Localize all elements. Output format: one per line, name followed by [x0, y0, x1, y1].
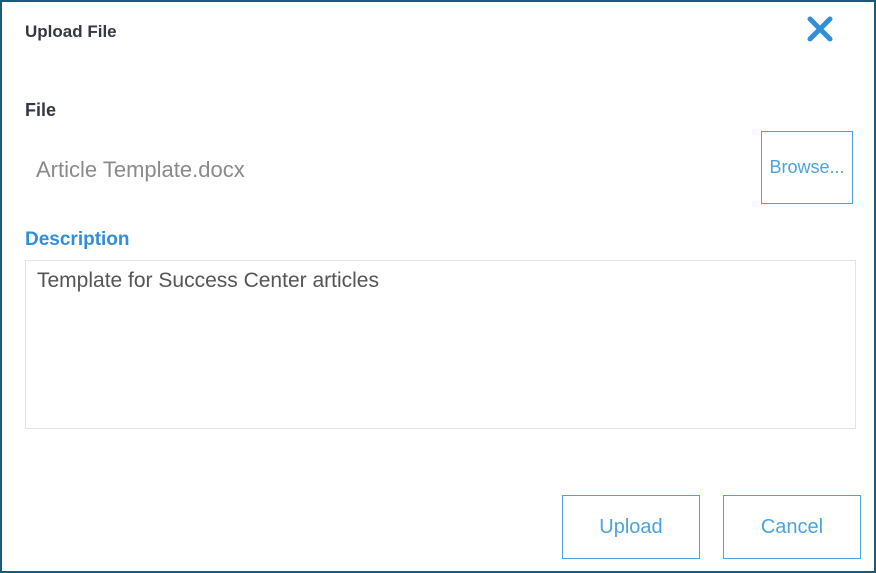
file-label: File — [25, 100, 57, 120]
description-label: Description — [25, 229, 130, 250]
close-button[interactable] — [802, 11, 838, 47]
browse-button[interactable]: Browse... — [761, 131, 853, 204]
description-field[interactable]: Template for Success Center articles — [25, 260, 856, 429]
close-icon — [807, 16, 833, 42]
upload-button[interactable]: Upload — [562, 495, 700, 559]
dialog-title: Upload File — [25, 22, 117, 41]
upload-file-dialog: Upload File File Article Template.docx B… — [0, 0, 876, 573]
file-name-field: Article Template.docx — [36, 157, 245, 182]
cancel-button[interactable]: Cancel — [723, 495, 861, 559]
